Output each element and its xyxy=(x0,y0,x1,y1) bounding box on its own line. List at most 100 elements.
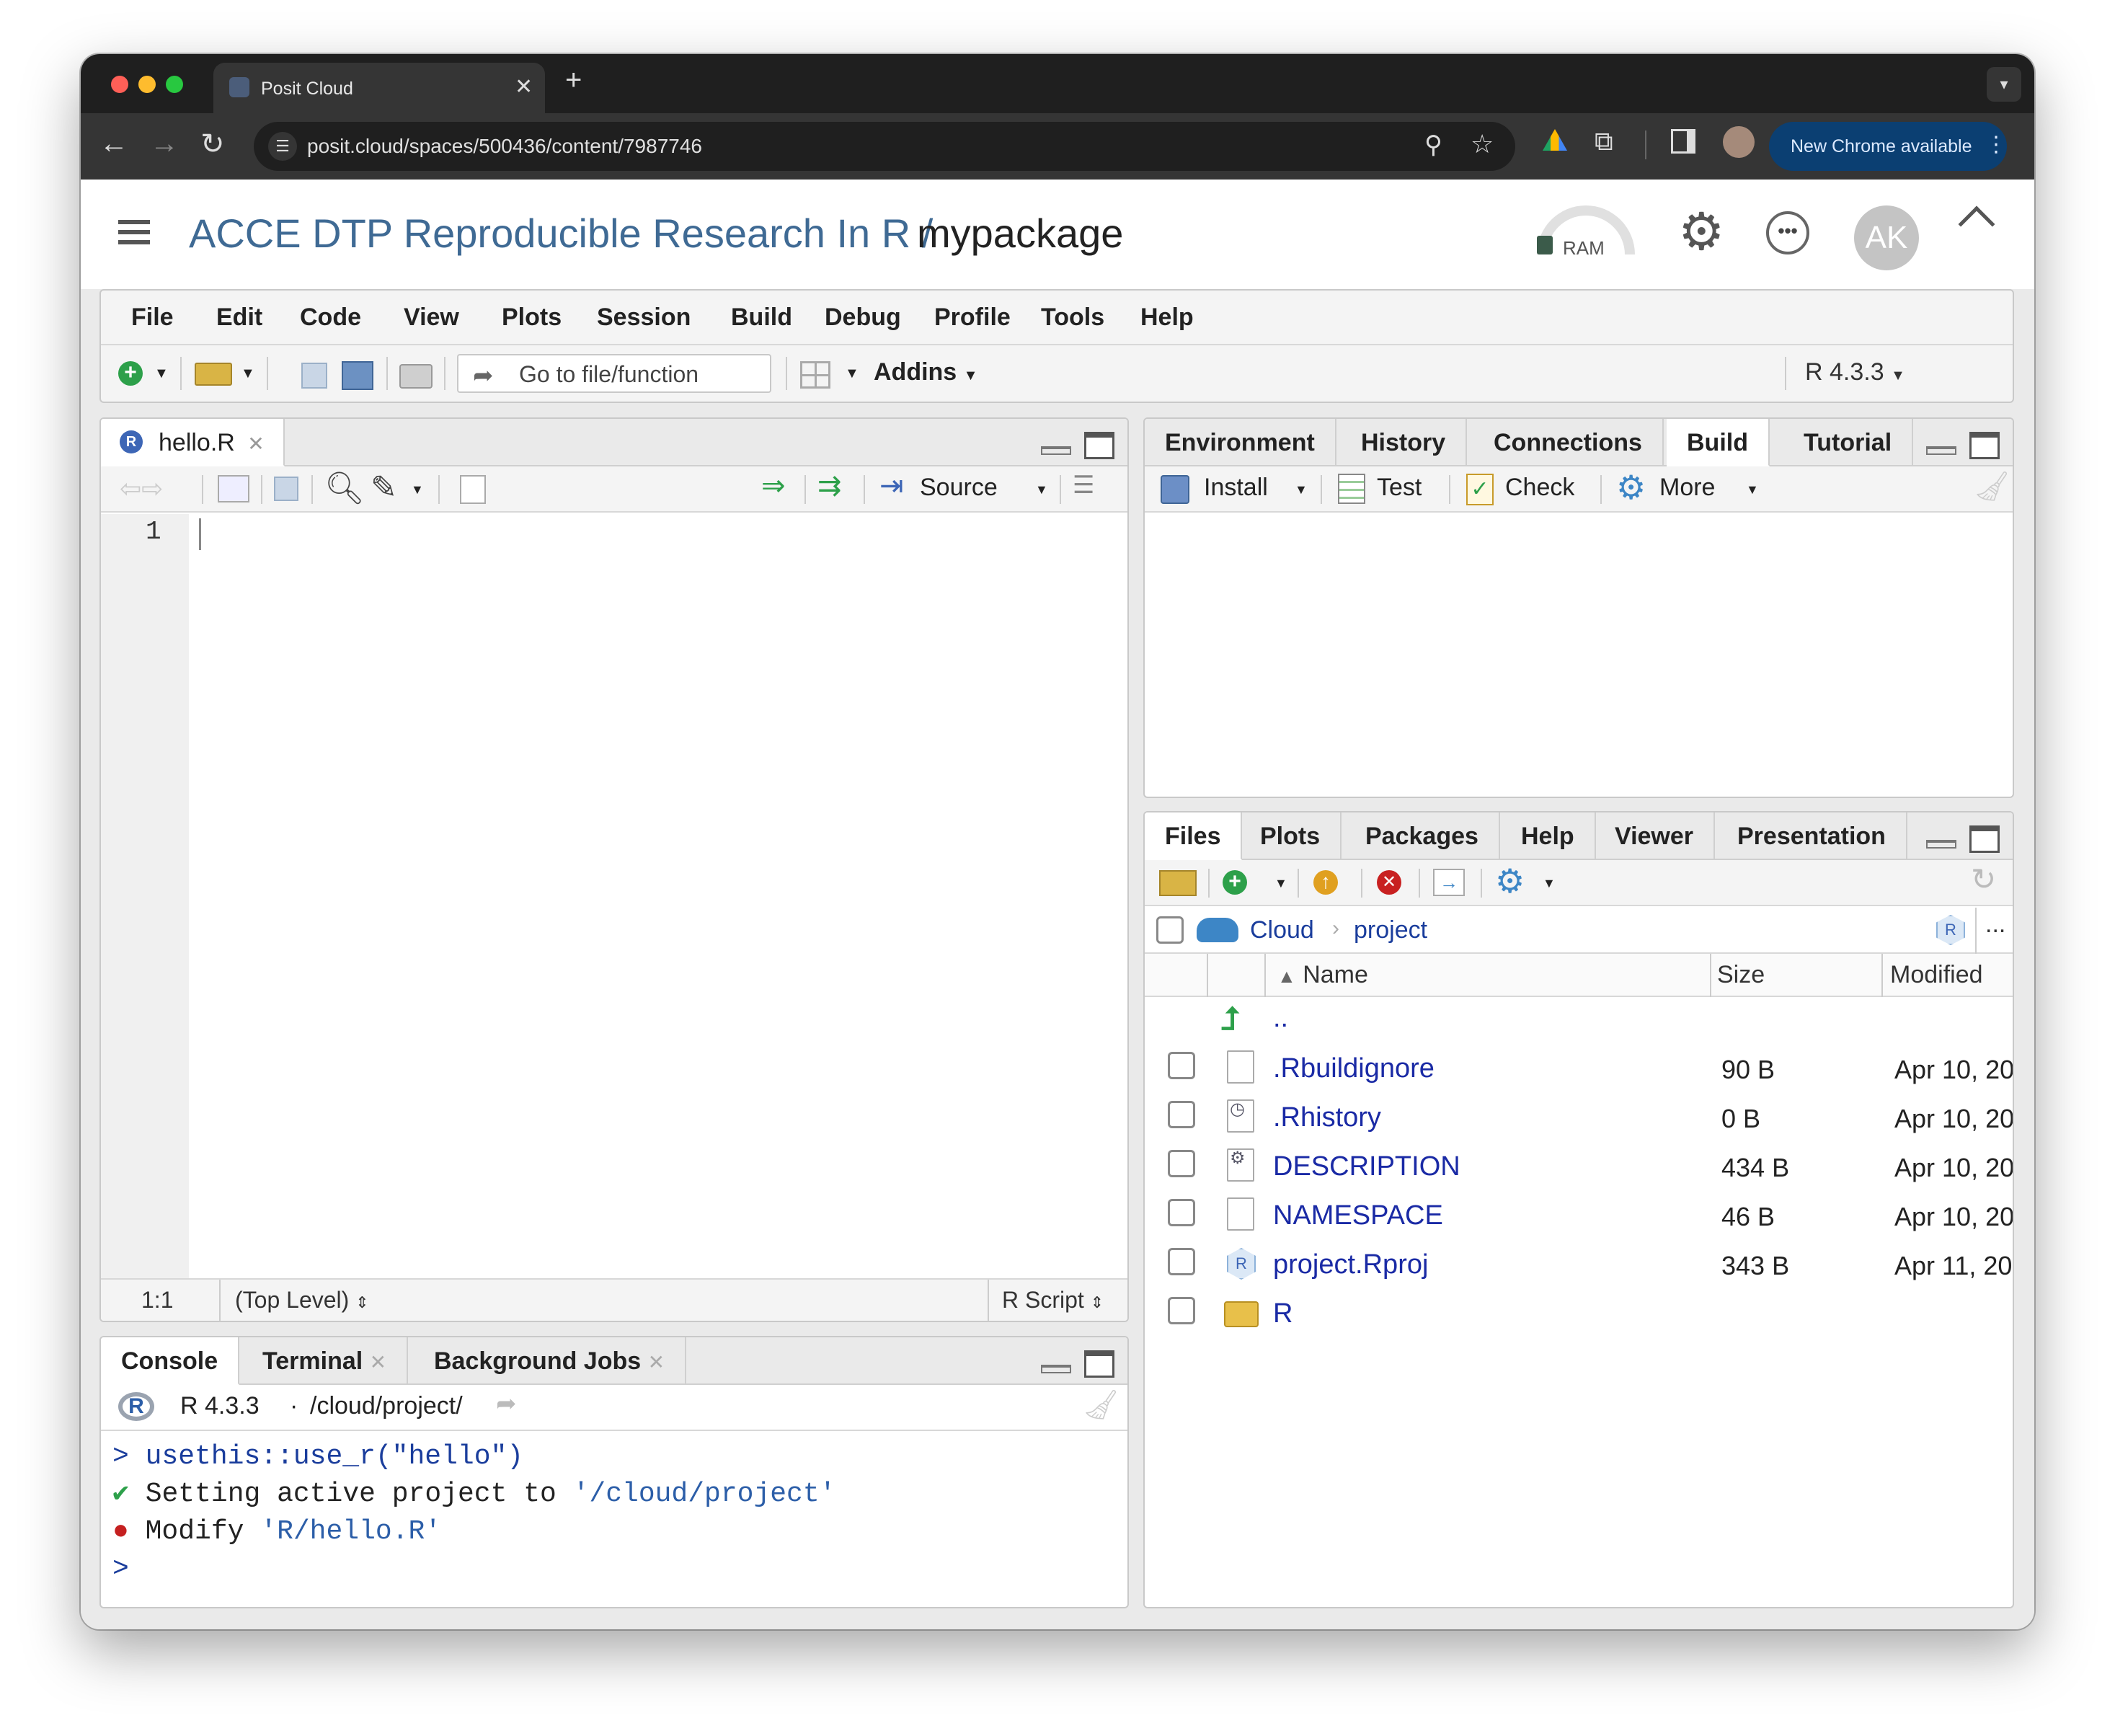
row-checkbox[interactable] xyxy=(1168,1052,1195,1079)
rename-icon[interactable]: → xyxy=(1433,869,1465,896)
files-more-gear-icon[interactable]: ⚙ xyxy=(1495,862,1525,900)
file-name-link[interactable]: DESCRIPTION xyxy=(1273,1151,1460,1182)
tab-history[interactable]: History xyxy=(1341,419,1468,466)
row-checkbox[interactable] xyxy=(1168,1297,1195,1324)
close-window-button[interactable] xyxy=(111,76,128,93)
collapse-header-chevron-icon[interactable] xyxy=(1958,205,1995,243)
code-tools-wand-icon[interactable]: ✎ xyxy=(371,469,397,506)
clear-build-broom-icon[interactable]: 🧹︎ xyxy=(1974,469,2010,503)
addins-menu[interactable]: Addins ▼ xyxy=(874,358,977,386)
table-row[interactable]: NAMESPACE 46 B Apr 10, 20 xyxy=(1145,1192,2013,1241)
console-output[interactable]: > usethis::use_r("hello") ✔ Setting acti… xyxy=(101,1432,1127,1607)
menu-help[interactable]: Help xyxy=(1140,304,1194,332)
tab-console[interactable]: Console xyxy=(101,1337,240,1385)
tab-packages[interactable]: Packages xyxy=(1345,812,1500,860)
tab-connections[interactable]: Connections xyxy=(1473,419,1664,466)
compile-report-icon[interactable] xyxy=(460,475,486,504)
save-all-icon[interactable] xyxy=(342,361,373,390)
menu-tools[interactable]: Tools xyxy=(1041,304,1104,332)
test-button[interactable]: Test xyxy=(1377,474,1422,502)
hamburger-menu-icon[interactable] xyxy=(118,220,150,224)
run-line-icon[interactable]: ⇒ xyxy=(761,469,786,502)
open-file-dropdown-icon[interactable]: ▼ xyxy=(241,366,255,382)
back-arrow-icon[interactable]: ← xyxy=(99,128,128,160)
save-file-icon[interactable] xyxy=(274,477,298,501)
tab-background-jobs[interactable]: Background Jobs ✕ xyxy=(414,1337,687,1385)
upload-icon[interactable]: ↑ xyxy=(1313,870,1338,895)
r-version-menu[interactable]: R 4.3.3 ▼ xyxy=(1805,358,1905,386)
close-tab-icon[interactable]: ✕ xyxy=(247,433,264,455)
check-button[interactable]: Check xyxy=(1505,474,1574,502)
tab-search-chevron-icon[interactable]: ▾ xyxy=(1987,67,2021,102)
install-dropdown-icon[interactable]: ▼ xyxy=(1295,482,1308,497)
minimize-pane-icon[interactable] xyxy=(1041,432,1071,455)
site-info-icon[interactable]: ☰ xyxy=(268,132,297,161)
maximize-pane-icon[interactable] xyxy=(1084,432,1114,459)
more-options-icon[interactable]: ••• xyxy=(1766,211,1809,254)
back-icon[interactable]: ⇦⇨ xyxy=(120,474,163,504)
tab-viewer[interactable]: Viewer xyxy=(1595,812,1716,860)
table-row[interactable]: ◷ .Rhistory 0 B Apr 10, 20 xyxy=(1145,1094,2013,1143)
address-bar[interactable]: ☰ posit.cloud/spaces/500436/content/7987… xyxy=(254,122,1515,171)
space-breadcrumb-link[interactable]: ACCE DTP Reproducible Research In R / xyxy=(189,210,933,257)
source-dropdown-icon[interactable]: ▼ xyxy=(1035,482,1048,497)
menu-plots[interactable]: Plots xyxy=(502,304,562,332)
console-prompt[interactable]: > xyxy=(112,1551,1119,1588)
new-tab-button[interactable]: + xyxy=(565,64,582,97)
bookmark-star-icon[interactable]: ☆ xyxy=(1471,129,1494,159)
column-modified-header[interactable]: Modified xyxy=(1890,961,1983,989)
minimize-window-button[interactable] xyxy=(138,76,156,93)
tab-hello-r[interactable]: R hello.R ✕ xyxy=(101,419,285,466)
new-file-icon[interactable]: + xyxy=(118,361,143,386)
delete-icon[interactable]: ✕ xyxy=(1377,870,1401,895)
file-name-link[interactable]: project.Rproj xyxy=(1273,1249,1428,1280)
code-editor[interactable] xyxy=(189,514,1127,1278)
tab-presentation[interactable]: Presentation xyxy=(1717,812,1907,860)
maximize-window-button[interactable] xyxy=(166,76,183,93)
table-row[interactable]: .Rbuildignore 90 B Apr 10, 20 xyxy=(1145,1045,2013,1094)
more-button[interactable]: More xyxy=(1659,474,1715,502)
minimize-pane-icon[interactable] xyxy=(1926,432,1956,455)
menu-edit[interactable]: Edit xyxy=(216,304,262,332)
tab-build[interactable]: Build xyxy=(1667,419,1770,466)
file-name-link[interactable]: R xyxy=(1273,1298,1292,1329)
document-outline-icon[interactable]: ☰ xyxy=(1073,471,1094,500)
close-tab-icon[interactable]: ✕ xyxy=(648,1351,665,1373)
install-button[interactable]: Install xyxy=(1204,474,1268,502)
find-replace-icon[interactable]: 🔍︎ xyxy=(324,469,365,507)
tab-tutorial[interactable]: Tutorial xyxy=(1783,419,1914,466)
row-checkbox[interactable] xyxy=(1168,1248,1195,1275)
zoom-icon[interactable]: ⚲ xyxy=(1424,130,1442,159)
code-tools-dropdown-icon[interactable]: ▼ xyxy=(411,482,424,497)
more-file-commands-button[interactable]: ... xyxy=(1985,911,2005,939)
select-all-checkbox[interactable] xyxy=(1156,916,1184,944)
menu-debug[interactable]: Debug xyxy=(825,304,901,332)
profile-avatar-icon[interactable] xyxy=(1723,126,1755,158)
file-name-link[interactable]: .Rhistory xyxy=(1273,1102,1381,1133)
go-to-file-function-input[interactable]: ➦ Go to file/function xyxy=(457,354,771,393)
menu-code[interactable]: Code xyxy=(300,304,361,332)
row-checkbox[interactable] xyxy=(1168,1199,1195,1226)
reload-icon[interactable]: ↻ xyxy=(200,128,225,161)
new-blank-file-icon[interactable]: + xyxy=(1223,870,1247,895)
close-tab-icon[interactable]: ✕ xyxy=(515,74,533,99)
close-tab-icon[interactable]: ✕ xyxy=(370,1351,386,1373)
refresh-icon[interactable]: ↻ xyxy=(1971,862,1996,897)
breadcrumb-cloud[interactable]: Cloud xyxy=(1250,916,1314,944)
source-arrow-icon[interactable]: ⇥ xyxy=(879,469,904,502)
breadcrumb-project[interactable]: project xyxy=(1354,916,1427,944)
forward-arrow-icon[interactable]: → xyxy=(150,128,179,160)
url-text[interactable]: posit.cloud/spaces/500436/content/798774… xyxy=(307,135,702,158)
maximize-pane-icon[interactable] xyxy=(1969,432,2000,459)
tab-help[interactable]: Help xyxy=(1501,812,1596,860)
parent-directory-row[interactable]: ⮥ .. xyxy=(1145,997,2013,1040)
tab-files[interactable]: Files xyxy=(1145,812,1243,860)
browser-tab[interactable]: Posit Cloud ✕ xyxy=(213,63,545,113)
menu-session[interactable]: Session xyxy=(597,304,691,332)
row-checkbox[interactable] xyxy=(1168,1150,1195,1177)
tab-plots[interactable]: Plots xyxy=(1240,812,1342,860)
new-file-dropdown-icon[interactable]: ▼ xyxy=(154,366,169,382)
scope-selector[interactable]: (Top Level) ⇕ xyxy=(235,1287,369,1314)
parent-directory-link[interactable]: .. xyxy=(1273,1003,1288,1034)
google-drive-icon[interactable] xyxy=(1543,129,1567,151)
